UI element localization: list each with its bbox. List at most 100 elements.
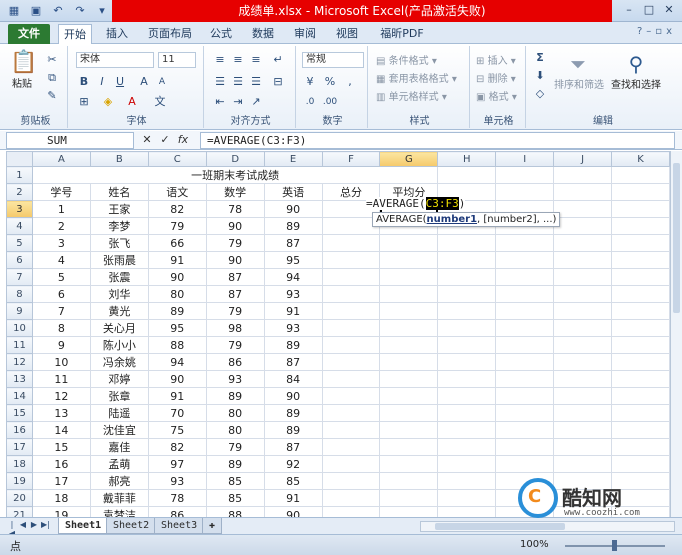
- cell[interactable]: [495, 455, 555, 473]
- header-cell[interactable]: [495, 183, 555, 201]
- tab-home[interactable]: 开始: [58, 24, 92, 44]
- cell[interactable]: 78: [147, 489, 207, 507]
- cell[interactable]: [553, 404, 612, 422]
- cell[interactable]: [611, 404, 670, 422]
- cell[interactable]: [553, 421, 612, 439]
- row-header[interactable]: 10: [6, 319, 33, 337]
- cell[interactable]: [611, 302, 670, 320]
- cell[interactable]: [379, 353, 439, 371]
- cell[interactable]: [379, 234, 439, 252]
- cell[interactable]: 1: [31, 200, 91, 218]
- cell[interactable]: 2: [31, 217, 91, 235]
- cell[interactable]: 90: [147, 268, 207, 286]
- cell[interactable]: [611, 319, 670, 337]
- align-middle-icon[interactable]: ≡: [230, 52, 246, 68]
- cell[interactable]: 90: [147, 370, 207, 388]
- sheet-tab-2[interactable]: Sheet2: [106, 518, 157, 534]
- cell[interactable]: [611, 353, 670, 371]
- cell[interactable]: [611, 387, 670, 405]
- cell[interactable]: [611, 370, 670, 388]
- sort-filter-button[interactable]: ⏷ 排序和筛选: [554, 52, 604, 91]
- tab-data[interactable]: 数据: [246, 24, 280, 44]
- cell[interactable]: [437, 336, 497, 354]
- cell[interactable]: [437, 455, 497, 473]
- cell[interactable]: 郝亮: [89, 472, 149, 490]
- cell-styles-button[interactable]: ▥ 单元格样式 ▾: [376, 88, 447, 103]
- ribbon-restore-icon[interactable]: ▫: [655, 26, 666, 37]
- cell[interactable]: 王家: [89, 200, 149, 218]
- cell[interactable]: 88: [147, 336, 207, 354]
- cell[interactable]: 袁梦洁: [89, 506, 149, 517]
- cell[interactable]: [321, 421, 381, 439]
- header-cell[interactable]: 数学: [205, 183, 265, 201]
- cell[interactable]: [553, 370, 612, 388]
- cell[interactable]: [321, 370, 381, 388]
- cell[interactable]: 80: [147, 285, 207, 303]
- cell[interactable]: [611, 421, 670, 439]
- decrease-indent-icon[interactable]: ⇤: [212, 94, 228, 110]
- cell[interactable]: 黄光: [89, 302, 149, 320]
- cell[interactable]: [321, 506, 381, 517]
- redo-icon[interactable]: ↷: [72, 3, 88, 19]
- cell[interactable]: 19: [31, 506, 91, 517]
- cell[interactable]: 79: [205, 336, 265, 354]
- name-box[interactable]: SUM: [6, 132, 134, 149]
- cell[interactable]: 91: [263, 489, 323, 507]
- row-header[interactable]: 1: [6, 166, 33, 184]
- tab-foxit-pdf[interactable]: 福昕PDF: [372, 24, 432, 44]
- cell[interactable]: 8: [31, 319, 91, 337]
- cell[interactable]: [553, 268, 612, 286]
- cell[interactable]: 5: [31, 268, 91, 286]
- row-header[interactable]: 8: [6, 285, 33, 303]
- cell[interactable]: [321, 489, 381, 507]
- column-header[interactable]: A: [31, 151, 91, 167]
- row-header[interactable]: 18: [6, 455, 33, 473]
- cell[interactable]: [611, 200, 670, 218]
- cell[interactable]: 84: [263, 370, 323, 388]
- cell[interactable]: [437, 285, 497, 303]
- row-header[interactable]: 6: [6, 251, 33, 269]
- row-header[interactable]: 15: [6, 404, 33, 422]
- cell[interactable]: 9: [31, 336, 91, 354]
- cell[interactable]: 91: [147, 251, 207, 269]
- format-cells-button[interactable]: ▣ 格式 ▾: [476, 88, 517, 103]
- cell[interactable]: [321, 268, 381, 286]
- cell[interactable]: 87: [205, 268, 265, 286]
- cell[interactable]: [437, 438, 497, 456]
- new-sheet-tab[interactable]: ✚: [202, 518, 223, 534]
- column-header[interactable]: H: [437, 151, 497, 167]
- align-right-icon[interactable]: ☰: [248, 74, 264, 90]
- increase-decimal-icon[interactable]: .0: [302, 94, 318, 110]
- cell[interactable]: 3: [31, 234, 91, 252]
- formula-input[interactable]: =AVERAGE(C3:F3): [200, 132, 675, 149]
- tab-formulas[interactable]: 公式: [204, 24, 238, 44]
- autosum-icon[interactable]: Σ: [532, 50, 548, 66]
- cell[interactable]: 70: [147, 404, 207, 422]
- save-icon[interactable]: ▣: [28, 3, 44, 19]
- cell[interactable]: 戴菲菲: [89, 489, 149, 507]
- cell[interactable]: 82: [147, 438, 207, 456]
- fill-color-icon[interactable]: ◈: [100, 94, 116, 110]
- cell[interactable]: 6: [31, 285, 91, 303]
- cell[interactable]: 10: [31, 353, 91, 371]
- cell[interactable]: 87: [205, 285, 265, 303]
- cell[interactable]: 79: [205, 302, 265, 320]
- number-format-select[interactable]: 常规: [302, 52, 364, 68]
- row-header[interactable]: 20: [6, 489, 33, 507]
- cell[interactable]: 张震: [89, 268, 149, 286]
- align-bottom-icon[interactable]: ≡: [248, 52, 264, 68]
- cell[interactable]: 88: [205, 506, 265, 517]
- tab-insert[interactable]: 插入: [100, 24, 134, 44]
- enter-icon[interactable]: ✓: [158, 132, 172, 148]
- cell[interactable]: 陆遥: [89, 404, 149, 422]
- sheet-title-cell[interactable]: 一班期末考试成绩: [31, 166, 439, 184]
- cell-editing-formula[interactable]: =AVERAGE(C3:F3): [366, 197, 466, 210]
- close-icon[interactable]: ✕: [660, 2, 678, 18]
- cell[interactable]: [437, 268, 497, 286]
- cell[interactable]: 94: [263, 268, 323, 286]
- row-header[interactable]: 14: [6, 387, 33, 405]
- row-header[interactable]: 21: [6, 506, 33, 517]
- copy-icon[interactable]: ⧉: [44, 70, 60, 86]
- undo-icon[interactable]: ↶: [50, 3, 66, 19]
- cell[interactable]: [553, 200, 612, 218]
